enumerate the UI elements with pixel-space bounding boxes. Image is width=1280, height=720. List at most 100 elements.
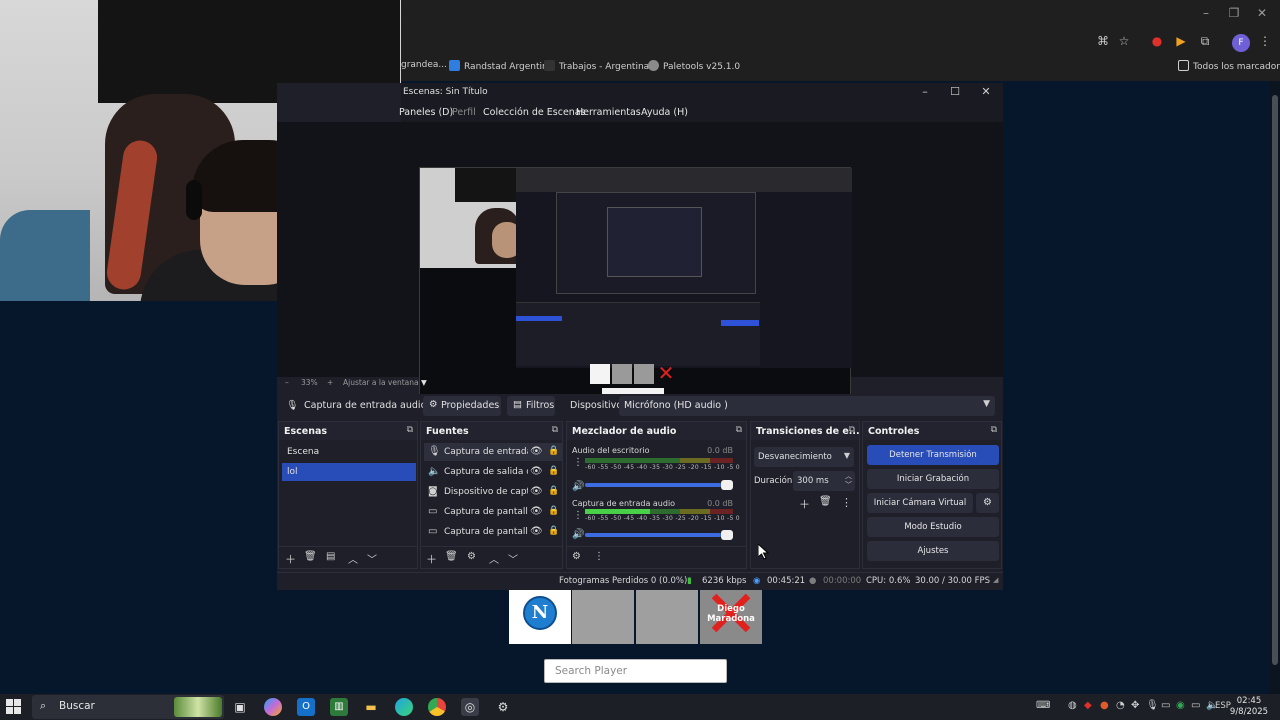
- add-icon[interactable]: ＋: [426, 551, 437, 567]
- gear-icon[interactable]: ⚙: [467, 551, 476, 562]
- advanced-audio-icon[interactable]: ⚙: [572, 551, 581, 562]
- mixer-menu-icon[interactable]: ⋮: [594, 551, 604, 562]
- tray-app-icon[interactable]: ◍: [1068, 700, 1077, 711]
- popout-icon[interactable]: ⧉: [736, 425, 742, 435]
- spinner-icon[interactable]: ︿ ﹀: [845, 472, 852, 490]
- stop-streaming-button[interactable]: Detener Transmisión: [867, 445, 999, 465]
- keyboard-icon[interactable]: ⌨: [1036, 700, 1050, 711]
- start-recording-button[interactable]: Iniciar Grabación: [867, 469, 999, 489]
- channel-menu-icon[interactable]: ⋮: [573, 457, 583, 468]
- player-tile[interactable]: [636, 590, 698, 644]
- source-item[interactable]: ◙ Dispositivo de captura de video 👁 🔒: [424, 483, 562, 501]
- page-scrollbar-thumb[interactable]: [1272, 95, 1278, 665]
- eye-icon[interactable]: 👁: [530, 446, 543, 457]
- filter-icon[interactable]: ▤: [326, 551, 335, 562]
- close-button[interactable]: ✕: [977, 85, 995, 101]
- add-icon[interactable]: ＋: [799, 496, 810, 512]
- menu-tools[interactable]: Herramientas: [576, 107, 641, 118]
- eye-icon[interactable]: 👁: [530, 526, 543, 537]
- microphone-icon[interactable]: 🎙: [1146, 700, 1159, 711]
- source-item[interactable]: ▭ Captura de pantalla 2 👁 🔒: [424, 503, 562, 521]
- copilot-icon[interactable]: [264, 698, 282, 716]
- chrome-icon[interactable]: [428, 698, 446, 716]
- transition-menu-icon[interactable]: ⋮: [841, 496, 852, 509]
- napoli-tile[interactable]: N: [509, 590, 571, 644]
- volume-slider[interactable]: [585, 530, 733, 540]
- outlook-icon[interactable]: O: [297, 698, 315, 716]
- settings-gear-icon[interactable]: ⚙: [494, 698, 512, 716]
- zoom-dropdown-icon[interactable]: ▼: [421, 378, 427, 387]
- tray-app-icon[interactable]: ✥: [1131, 700, 1139, 711]
- fit-window-label[interactable]: Ajustar a la ventana: [343, 378, 419, 387]
- obs-icon[interactable]: ◎: [461, 698, 479, 716]
- tray-app-icon[interactable]: ◆: [1084, 700, 1092, 711]
- player-tile[interactable]: [572, 590, 634, 644]
- transition-select[interactable]: Desvanecimiento ▼: [754, 447, 854, 467]
- menu-help[interactable]: Ayuda (H): [641, 107, 688, 118]
- add-icon[interactable]: ＋: [285, 551, 296, 567]
- trash-icon[interactable]: 🗑: [819, 496, 832, 507]
- menu-docks[interactable]: Paneles (D): [399, 107, 453, 118]
- lock-icon[interactable]: 🔒: [548, 526, 559, 536]
- network-icon[interactable]: ▭: [1191, 700, 1200, 711]
- file-explorer-icon[interactable]: ▬: [362, 698, 380, 716]
- popout-icon[interactable]: ⧉: [849, 425, 855, 435]
- browser-minimize-button[interactable]: –: [1195, 6, 1217, 24]
- scene-item[interactable]: lol: [282, 463, 416, 481]
- stream-preview[interactable]: ✕: [419, 167, 852, 411]
- edge-icon[interactable]: [395, 698, 413, 716]
- tray-app-icon[interactable]: ●: [1100, 700, 1109, 711]
- lock-icon[interactable]: 🔒: [548, 446, 559, 456]
- move-up-icon[interactable]: ︿: [489, 551, 499, 566]
- trash-icon[interactable]: 🗑: [304, 551, 317, 562]
- move-up-icon[interactable]: ︿: [348, 551, 358, 566]
- popout-icon[interactable]: ⧉: [552, 425, 558, 435]
- filters-button[interactable]: ▤ Filtros: [507, 396, 555, 416]
- scene-item[interactable]: Escena: [282, 443, 416, 461]
- search-player-input[interactable]: Search Player: [544, 659, 727, 683]
- source-item[interactable]: ▭ Captura de pantalla 👁 🔒: [424, 523, 562, 541]
- start-button[interactable]: [6, 699, 22, 715]
- tray-app-icon[interactable]: ▭: [1161, 700, 1170, 711]
- all-bookmarks-button[interactable]: Todos los marcadores: [1178, 60, 1280, 72]
- minimize-button[interactable]: –: [916, 85, 934, 101]
- move-down-icon[interactable]: ﹀: [367, 551, 377, 566]
- star-icon[interactable]: ☆: [1115, 34, 1133, 52]
- eye-icon[interactable]: 👁: [530, 506, 543, 517]
- studio-mode-button[interactable]: Modo Estudio: [867, 517, 999, 537]
- lock-icon[interactable]: 🔒: [548, 486, 559, 496]
- duration-input[interactable]: 300 ms ︿ ﹀: [793, 471, 855, 491]
- device-select[interactable]: Micrófono (HD audio ) ▼: [619, 396, 995, 416]
- trash-icon[interactable]: 🗑: [445, 551, 458, 562]
- volume-slider[interactable]: [585, 480, 733, 490]
- lock-icon[interactable]: 🔒: [548, 466, 559, 476]
- play-extension-icon[interactable]: ▶: [1172, 34, 1190, 52]
- popout-icon[interactable]: ⧉: [991, 425, 997, 435]
- menu-kebab-icon[interactable]: ⋮: [1256, 34, 1274, 52]
- start-virtual-camera-button[interactable]: Iniciar Cámara Virtual: [867, 493, 973, 513]
- bookmark-item[interactable]: Paletools v25.1.0: [648, 60, 740, 72]
- zoom-in-button[interactable]: +: [327, 378, 333, 387]
- source-item[interactable]: 🔈 Captura de salida de audio 👁 🔒: [424, 463, 562, 481]
- eye-icon[interactable]: 👁: [530, 486, 543, 497]
- preview-area[interactable]: ✕: [277, 122, 1003, 411]
- browser-maximize-button[interactable]: ❐: [1223, 6, 1245, 24]
- properties-button[interactable]: ⚙ Propiedades: [423, 396, 501, 416]
- settings-button[interactable]: Ajustes: [867, 541, 999, 561]
- bookmark-item[interactable]: Randstad Argentina: [449, 60, 553, 72]
- menu-profile[interactable]: Perfil: [452, 107, 476, 118]
- maximize-button[interactable]: ☐: [946, 85, 964, 101]
- profile-avatar[interactable]: F: [1232, 34, 1250, 52]
- speaker-icon[interactable]: 🔊: [572, 481, 584, 492]
- clock[interactable]: 02:45 9/8/2025: [1229, 696, 1269, 718]
- extensions-icon[interactable]: ⧉: [1196, 34, 1214, 52]
- channel-menu-icon[interactable]: ⋮: [573, 510, 583, 521]
- maradona-tile[interactable]: ✕ Diego Maradona: [700, 582, 762, 648]
- move-down-icon[interactable]: ﹀: [508, 551, 518, 566]
- taskbar-search[interactable]: ⌕ Buscar: [32, 695, 224, 719]
- translate-icon[interactable]: ⌘: [1094, 34, 1112, 52]
- tray-app-icon[interactable]: ◔: [1116, 700, 1125, 711]
- bookmark-item[interactable]: Trabajos - Argentina...: [544, 60, 658, 72]
- store-app-icon[interactable]: ▥: [330, 698, 348, 716]
- zoom-out-button[interactable]: –: [285, 378, 289, 387]
